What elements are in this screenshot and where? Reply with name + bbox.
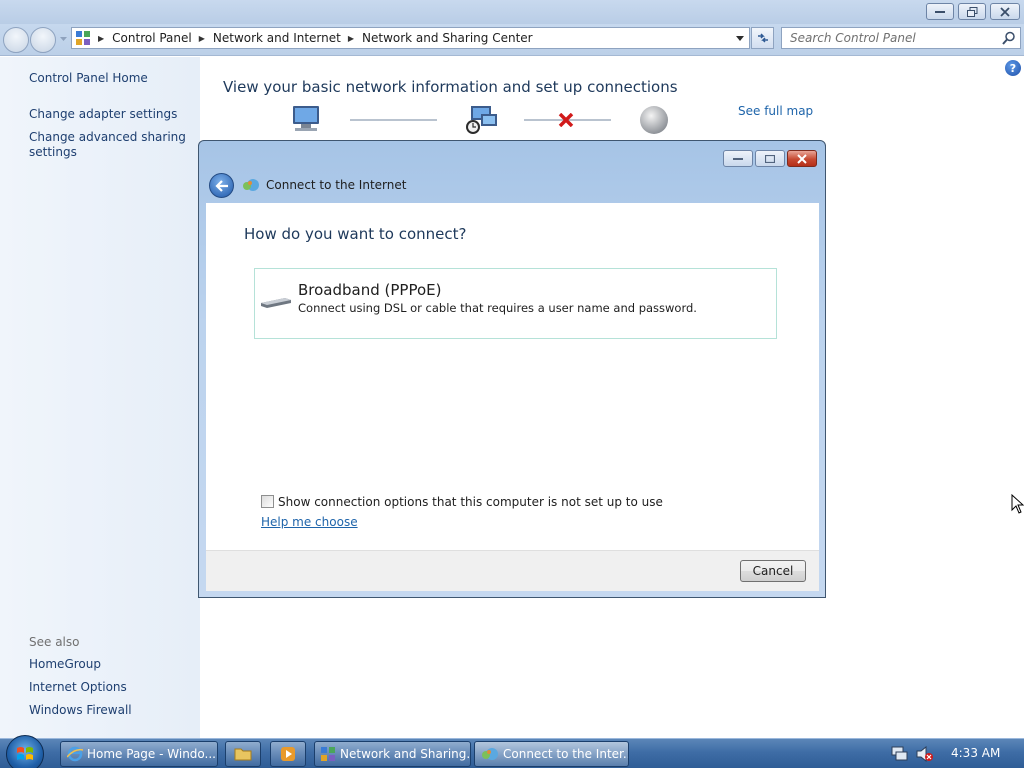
see-also-windows-firewall[interactable]: Windows Firewall bbox=[29, 703, 189, 718]
taskbar-item-connect-to-internet[interactable]: Connect to the Inter... bbox=[474, 741, 629, 767]
address-dropdown-button[interactable] bbox=[731, 28, 749, 48]
restore-icon bbox=[966, 6, 977, 17]
option-description: Connect using DSL or cable that requires… bbox=[298, 301, 697, 315]
restore-button[interactable] bbox=[958, 3, 986, 20]
taskbar-explorer-button[interactable] bbox=[225, 741, 261, 767]
internet-globe-icon bbox=[640, 106, 668, 134]
taskbar-item-home-page[interactable]: Home Page - Windo... bbox=[60, 741, 218, 767]
dialog-question-heading: How do you want to connect? bbox=[244, 225, 467, 243]
breadcrumb-network-and-sharing-center[interactable]: Network and Sharing Center bbox=[362, 31, 533, 45]
option-title: Broadband (PPPoE) bbox=[298, 281, 442, 299]
dialog-close-button[interactable] bbox=[787, 150, 817, 167]
start-button[interactable] bbox=[6, 735, 44, 768]
taskbar-media-player-button[interactable] bbox=[270, 741, 306, 767]
windows-logo-icon bbox=[17, 747, 33, 760]
breadcrumb-control-panel[interactable]: Control Panel bbox=[112, 31, 192, 45]
media-player-icon bbox=[281, 747, 295, 761]
control-panel-icon bbox=[321, 746, 336, 762]
dialog-caption-buttons bbox=[723, 150, 817, 167]
search-input[interactable] bbox=[782, 28, 992, 48]
search-box[interactable] bbox=[781, 27, 1021, 49]
taskbar-clock[interactable]: 4:33 AM bbox=[951, 746, 1000, 760]
show-options-checkbox[interactable] bbox=[261, 495, 274, 508]
taskbar-item-label: Network and Sharing... bbox=[340, 747, 471, 761]
breadcrumb-separator-icon: ▶ bbox=[198, 33, 205, 43]
refresh-icon bbox=[757, 33, 768, 43]
see-also-homegroup[interactable]: HomeGroup bbox=[29, 657, 189, 672]
connect-internet-icon bbox=[243, 179, 259, 191]
minimize-button[interactable] bbox=[926, 3, 954, 20]
connect-internet-icon bbox=[481, 747, 499, 761]
volume-muted-icon[interactable] bbox=[916, 746, 934, 762]
close-icon bbox=[1000, 6, 1010, 17]
show-options-checkbox-label[interactable]: Show connection options that this comput… bbox=[278, 495, 663, 509]
navigation-bar: ▶ Control Panel ▶ Network and Internet ▶… bbox=[0, 24, 1024, 56]
dialog-footer: Cancel bbox=[206, 550, 819, 591]
refresh-button[interactable] bbox=[751, 27, 774, 49]
dialog-body: How do you want to connect? Broadband (P… bbox=[206, 203, 819, 550]
connect-to-internet-dialog: Connect to the Internet How do you want … bbox=[198, 140, 826, 598]
chevron-down-icon bbox=[736, 35, 744, 41]
folder-icon bbox=[234, 748, 252, 761]
broadband-pppoe-option[interactable]: Broadband (PPPoE) Connect using DSL or c… bbox=[254, 268, 777, 339]
computer-icon bbox=[293, 106, 319, 131]
breadcrumb-network-and-internet[interactable]: Network and Internet bbox=[213, 31, 341, 45]
taskbar-item-label: Connect to the Inter... bbox=[503, 747, 629, 761]
taskbar: Home Page - Windo... Network and Sharing… bbox=[0, 735, 1024, 768]
page-title: View your basic network information and … bbox=[223, 78, 678, 96]
dialog-maximize-button[interactable] bbox=[755, 150, 785, 167]
disconnected-x-icon bbox=[558, 113, 574, 127]
breadcrumb-separator-icon: ▶ bbox=[98, 33, 105, 43]
minimize-icon bbox=[733, 157, 743, 160]
minimize-icon bbox=[935, 10, 945, 13]
see-also-internet-options[interactable]: Internet Options bbox=[29, 680, 189, 695]
breadcrumb-separator-icon: ▶ bbox=[347, 33, 355, 43]
close-button[interactable] bbox=[990, 3, 1020, 20]
network-status-icon[interactable] bbox=[890, 746, 908, 762]
help-icon[interactable]: ? bbox=[1005, 60, 1021, 76]
back-button[interactable] bbox=[3, 27, 29, 53]
search-icon[interactable] bbox=[1002, 31, 1016, 45]
forward-button[interactable] bbox=[30, 27, 56, 53]
network-connection-line bbox=[350, 119, 437, 121]
dialog-minimize-button[interactable] bbox=[723, 150, 753, 167]
taskbar-item-label: Home Page - Windo... bbox=[87, 747, 216, 761]
recent-pages-icon[interactable] bbox=[60, 37, 67, 42]
window-titlebar bbox=[0, 0, 1024, 24]
left-navigation-pane: Control Panel Home Change adapter settin… bbox=[0, 57, 200, 738]
taskbar-item-network-and-sharing[interactable]: Network and Sharing... bbox=[314, 741, 471, 767]
mouse-cursor-icon bbox=[1011, 494, 1024, 514]
sidebar-item-change-advanced-sharing-settings[interactable]: Change advanced sharing settings bbox=[29, 130, 189, 160]
internet-explorer-icon bbox=[67, 746, 83, 762]
network-icon bbox=[466, 106, 497, 134]
help-me-choose-link[interactable]: Help me choose bbox=[261, 515, 358, 529]
back-arrow-icon bbox=[214, 179, 228, 192]
dialog-title: Connect to the Internet bbox=[266, 178, 407, 192]
dialog-back-button[interactable] bbox=[209, 173, 234, 198]
see-full-map-link[interactable]: See full map bbox=[738, 104, 813, 118]
maximize-icon bbox=[765, 154, 775, 163]
see-also-heading: See also bbox=[29, 635, 80, 649]
broadband-modem-icon bbox=[261, 298, 291, 308]
close-icon bbox=[797, 153, 807, 164]
cancel-button[interactable]: Cancel bbox=[740, 560, 806, 582]
address-bar[interactable]: ▶ Control Panel ▶ Network and Internet ▶… bbox=[71, 27, 750, 49]
sidebar-item-change-adapter-settings[interactable]: Change adapter settings bbox=[29, 107, 189, 122]
sidebar-item-control-panel-home[interactable]: Control Panel Home bbox=[29, 71, 189, 86]
control-panel-icon bbox=[76, 30, 91, 46]
